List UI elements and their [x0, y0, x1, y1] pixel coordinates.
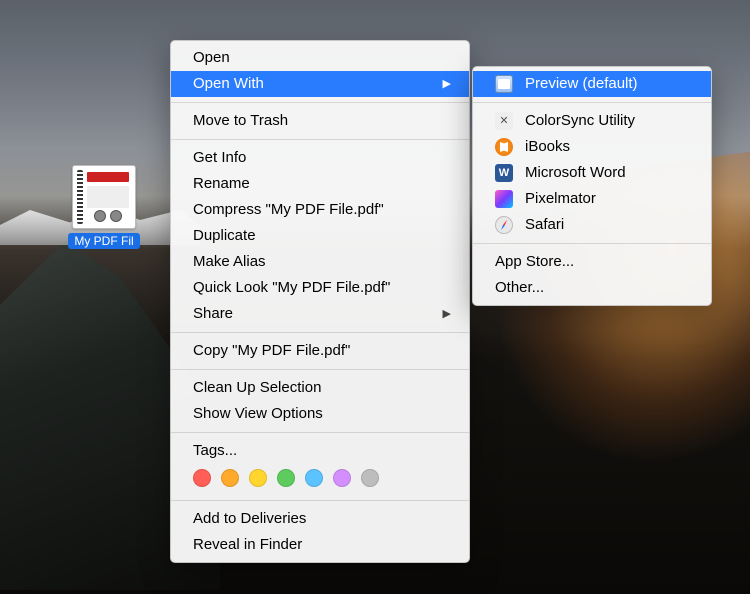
- menu-open-with[interactable]: Open With ▶: [171, 71, 469, 97]
- tag-red[interactable]: [193, 469, 211, 487]
- tag-blue[interactable]: [305, 469, 323, 487]
- menu-copy-label: Copy "My PDF File.pdf": [193, 341, 350, 361]
- tag-purple[interactable]: [333, 469, 351, 487]
- preview-app-icon: [495, 75, 513, 93]
- ibooks-app-icon: [495, 138, 513, 156]
- safari-app-icon: [495, 216, 513, 234]
- submenu-app-store[interactable]: App Store...: [473, 249, 711, 275]
- file-label: My PDF Fil: [68, 233, 139, 249]
- menu-cleanup-label: Clean Up Selection: [193, 378, 321, 398]
- pdf-file-icon: [72, 165, 136, 229]
- submenu-colorsync-label: ColorSync Utility: [525, 111, 635, 131]
- menu-duplicate-label: Duplicate: [193, 226, 256, 246]
- menu-tags[interactable]: Tags...: [171, 438, 469, 464]
- menu-trash-label: Move to Trash: [193, 111, 288, 131]
- submenu-colorsync[interactable]: ColorSync Utility: [473, 108, 711, 134]
- submenu-ibooks[interactable]: iBooks: [473, 134, 711, 160]
- menu-alias-label: Make Alias: [193, 252, 266, 272]
- submenu-pixelmator-label: Pixelmator: [525, 189, 596, 209]
- menu-add-to-deliveries[interactable]: Add to Deliveries: [171, 506, 469, 532]
- tag-green[interactable]: [277, 469, 295, 487]
- submenu-safari-label: Safari: [525, 215, 564, 235]
- menu-view-options[interactable]: Show View Options: [171, 401, 469, 427]
- menu-separator: [171, 332, 469, 333]
- menu-clean-up[interactable]: Clean Up Selection: [171, 375, 469, 401]
- menu-share[interactable]: Share ▶: [171, 301, 469, 327]
- menu-separator: [473, 102, 711, 103]
- context-menu: Open Open With ▶ Move to Trash Get Info …: [170, 40, 470, 563]
- menu-compress-label: Compress "My PDF File.pdf": [193, 200, 384, 220]
- menu-separator: [171, 139, 469, 140]
- word-app-icon: [495, 164, 513, 182]
- menu-copy[interactable]: Copy "My PDF File.pdf": [171, 338, 469, 364]
- submenu-preview-label: Preview (default): [525, 74, 638, 94]
- menu-getinfo-label: Get Info: [193, 148, 246, 168]
- open-with-submenu: Preview (default) ColorSync Utility iBoo…: [472, 66, 712, 306]
- submenu-pixelmator[interactable]: Pixelmator: [473, 186, 711, 212]
- menu-viewopts-label: Show View Options: [193, 404, 323, 424]
- menu-separator: [171, 369, 469, 370]
- submenu-arrow-icon: ▶: [443, 304, 451, 324]
- tag-yellow[interactable]: [249, 469, 267, 487]
- menu-reveal-label: Reveal in Finder: [193, 535, 302, 555]
- tag-color-row: [171, 464, 469, 495]
- submenu-word[interactable]: Microsoft Word: [473, 160, 711, 186]
- menu-reveal-in-finder[interactable]: Reveal in Finder: [171, 532, 469, 558]
- tag-gray[interactable]: [361, 469, 379, 487]
- menu-get-info[interactable]: Get Info: [171, 145, 469, 171]
- menu-separator: [171, 500, 469, 501]
- menu-deliveries-label: Add to Deliveries: [193, 509, 306, 529]
- submenu-word-label: Microsoft Word: [525, 163, 626, 183]
- submenu-other[interactable]: Other...: [473, 275, 711, 301]
- menu-share-label: Share: [193, 304, 233, 324]
- submenu-appstore-label: App Store...: [495, 252, 574, 272]
- menu-rename[interactable]: Rename: [171, 171, 469, 197]
- menu-tags-label: Tags...: [193, 441, 237, 461]
- colorsync-app-icon: [495, 112, 513, 130]
- menu-duplicate[interactable]: Duplicate: [171, 223, 469, 249]
- submenu-ibooks-label: iBooks: [525, 137, 570, 157]
- menu-make-alias[interactable]: Make Alias: [171, 249, 469, 275]
- menu-quicklook-label: Quick Look "My PDF File.pdf": [193, 278, 390, 298]
- submenu-other-label: Other...: [495, 278, 544, 298]
- submenu-arrow-icon: ▶: [443, 74, 451, 94]
- menu-compress[interactable]: Compress "My PDF File.pdf": [171, 197, 469, 223]
- menu-separator: [473, 243, 711, 244]
- menu-move-to-trash[interactable]: Move to Trash: [171, 108, 469, 134]
- submenu-preview-default[interactable]: Preview (default): [473, 71, 711, 97]
- desktop-background: My PDF Fil Open Open With ▶ Move to Tras…: [0, 0, 750, 594]
- pixelmator-app-icon: [495, 190, 513, 208]
- menu-rename-label: Rename: [193, 174, 250, 194]
- menu-open-with-label: Open With: [193, 74, 264, 94]
- tag-orange[interactable]: [221, 469, 239, 487]
- menu-open[interactable]: Open: [171, 45, 469, 71]
- menu-separator: [171, 102, 469, 103]
- submenu-safari[interactable]: Safari: [473, 212, 711, 238]
- desktop-file[interactable]: My PDF Fil: [65, 165, 143, 253]
- menu-quick-look[interactable]: Quick Look "My PDF File.pdf": [171, 275, 469, 301]
- menu-open-label: Open: [193, 48, 230, 68]
- menu-separator: [171, 432, 469, 433]
